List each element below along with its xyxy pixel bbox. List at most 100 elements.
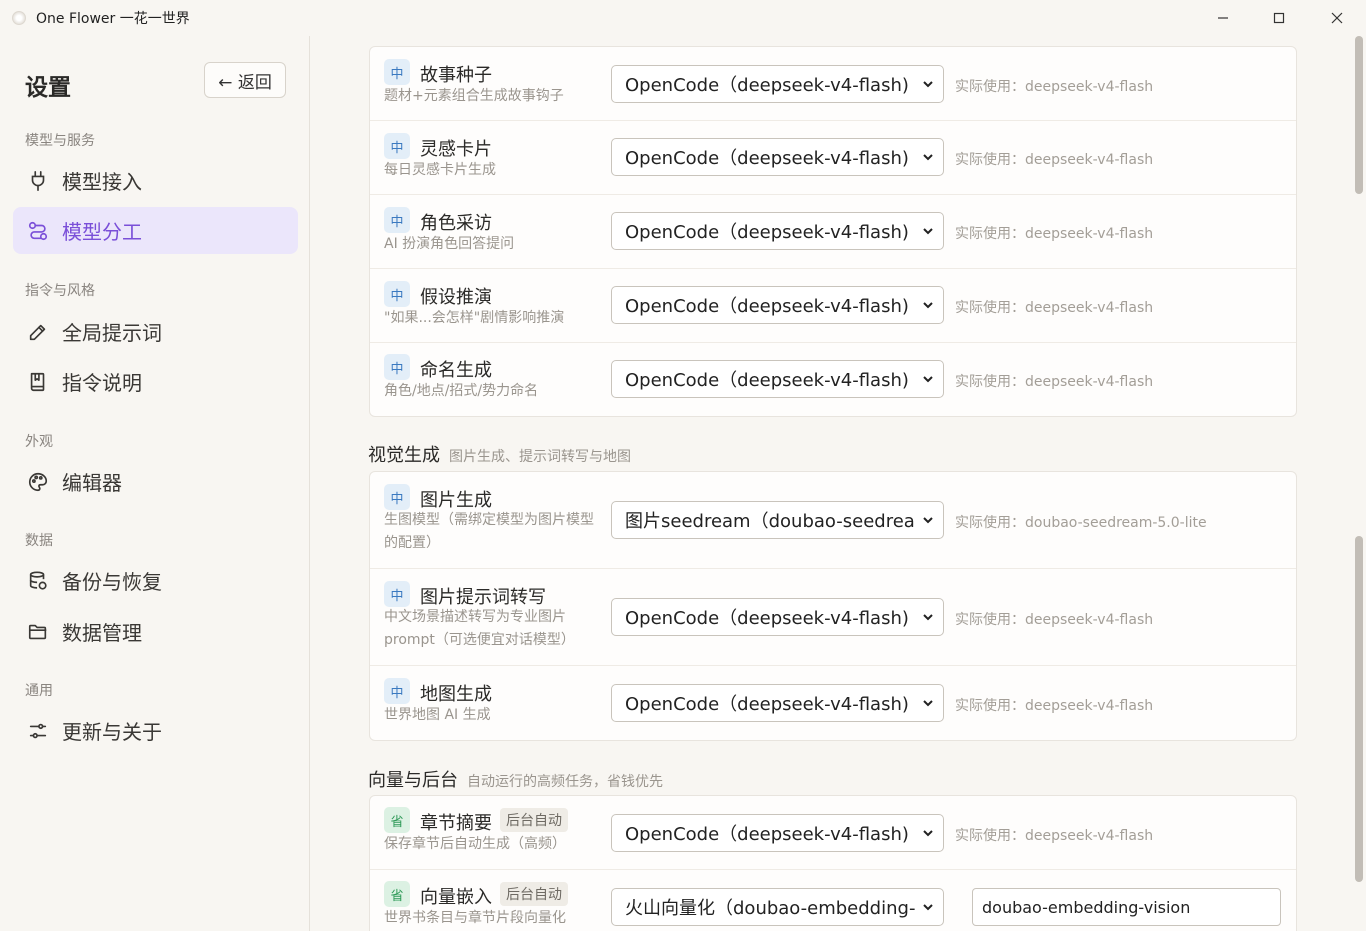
auto-tag: 后台自动 xyxy=(500,882,568,906)
section-label-prompts: 指令与风格 xyxy=(25,283,95,299)
folder-icon xyxy=(27,621,49,643)
sidebar-item-model-access[interactable]: 模型接入 xyxy=(13,157,298,204)
task-desc: 世界地图 AI 生成 xyxy=(384,707,491,723)
task-row: 中 命名生成 角色/地点/招式/势力命名 OpenCode（deepseek-v… xyxy=(370,343,1296,417)
section-label-models: 模型与服务 xyxy=(25,133,95,149)
task-row: 省 章节摘要 后台自动 保存章节后自动生成（高频） OpenCode（deeps… xyxy=(370,796,1296,870)
book-icon xyxy=(27,371,49,393)
embedding-model-input[interactable]: doubao-embedding-vision xyxy=(972,888,1281,926)
sliders-icon xyxy=(27,720,49,742)
visual-tasks-card: 中 图片生成 生图模型（需绑定模型为图片模型的配置） 图片seedream（do… xyxy=(369,471,1297,741)
chevron-down-icon xyxy=(923,302,933,309)
maximize-icon xyxy=(1273,12,1285,24)
cost-badge: 省 xyxy=(384,881,410,907)
model-select[interactable]: OpenCode（deepseek-v4-flash) xyxy=(611,286,944,324)
select-value: OpenCode（deepseek-v4-flash) xyxy=(625,296,909,317)
group-title-text: 向量与后台 xyxy=(368,770,458,791)
sidebar-item-instructions[interactable]: 指令说明 xyxy=(13,358,298,405)
close-button[interactable] xyxy=(1308,0,1366,36)
model-select[interactable]: OpenCode（deepseek-v4-flash) xyxy=(611,814,944,852)
task-desc: 每日灵感卡片生成 xyxy=(384,162,496,178)
app-logo-icon xyxy=(12,11,26,25)
actual-model-text: 实际使用：deepseek-v4-flash xyxy=(955,828,1154,844)
model-select[interactable]: OpenCode（deepseek-v4-flash) xyxy=(611,360,944,398)
select-value: OpenCode（deepseek-v4-flash) xyxy=(625,608,909,629)
task-title: 故事种子 xyxy=(420,65,492,86)
sidebar-item-label: 编辑器 xyxy=(62,471,122,495)
scrollbar-thumb-top[interactable] xyxy=(1355,36,1363,194)
select-value: OpenCode（deepseek-v4-flash) xyxy=(625,222,909,243)
model-select[interactable]: OpenCode（deepseek-v4-flash) xyxy=(611,138,944,176)
task-desc: 生图模型（需绑定模型为图片模型的配置） xyxy=(384,512,594,551)
main-content: 中 故事种子 题材+元素组合生成故事钩子 OpenCode（deepseek-v… xyxy=(311,36,1354,931)
palette-icon xyxy=(27,471,49,493)
section-label-general: 通用 xyxy=(25,683,53,699)
group-title-visual: 视觉生成 图片生成、提示词转写与地图 xyxy=(368,441,631,467)
actual-model-text: 实际使用：doubao-seedream-5.0-lite xyxy=(955,515,1207,531)
actual-model-text: 实际使用：deepseek-v4-flash xyxy=(955,698,1154,714)
actual-model-text: 实际使用：deepseek-v4-flash xyxy=(955,300,1154,316)
task-row: 中 故事种子 题材+元素组合生成故事钩子 OpenCode（deepseek-v… xyxy=(370,47,1296,121)
select-value: 图片seedream（doubao-seedream-5.0-lite) xyxy=(625,511,915,532)
sidebar-item-global-prompts[interactable]: 全局提示词 xyxy=(13,308,298,355)
sidebar: 设置 ← 返回 模型与服务 模型接入 模型分工 指令与风格 全局提示词 指令说明… xyxy=(0,36,310,931)
model-select[interactable]: 火山向量化（doubao-embedding-vision) xyxy=(611,888,944,926)
sidebar-item-data-management[interactable]: 数据管理 xyxy=(13,608,298,655)
task-title: 地图生成 xyxy=(420,684,492,705)
route-icon xyxy=(27,220,49,242)
model-select[interactable]: 图片seedream（doubao-seedream-5.0-lite) xyxy=(611,501,944,539)
sidebar-item-editor[interactable]: 编辑器 xyxy=(13,458,298,505)
minimize-icon xyxy=(1218,17,1228,19)
select-value: OpenCode（deepseek-v4-flash) xyxy=(625,148,909,169)
auto-tag: 后台自动 xyxy=(500,808,568,832)
task-desc: 中文场景描述转写为专业图片 prompt（可选便宜对话模型） xyxy=(384,609,575,648)
model-select[interactable]: OpenCode（deepseek-v4-flash) xyxy=(611,65,944,103)
sidebar-item-label: 模型接入 xyxy=(62,170,142,194)
task-title: 命名生成 xyxy=(420,360,492,381)
cost-badge: 省 xyxy=(384,807,410,833)
chevron-down-icon xyxy=(923,376,933,383)
model-select[interactable]: OpenCode（deepseek-v4-flash) xyxy=(611,212,944,250)
title-bar: One Flower 一花一世界 xyxy=(0,0,1366,36)
sidebar-item-label: 数据管理 xyxy=(62,621,142,645)
task-title: 角色采访 xyxy=(420,213,492,234)
chevron-down-icon xyxy=(923,830,933,837)
task-row: 中 图片提示词转写 中文场景描述转写为专业图片 prompt（可选便宜对话模型）… xyxy=(370,569,1296,666)
back-button[interactable]: ← 返回 xyxy=(204,62,286,98)
sidebar-item-model-division[interactable]: 模型分工 xyxy=(13,207,298,254)
select-value: OpenCode（deepseek-v4-flash) xyxy=(625,370,909,391)
scrollbar-thumb[interactable] xyxy=(1355,536,1363,882)
close-icon xyxy=(1331,12,1343,24)
task-desc: AI 扮演角色回答提问 xyxy=(384,236,515,252)
section-label-appearance: 外观 xyxy=(25,434,53,450)
actual-model-text: 实际使用：deepseek-v4-flash xyxy=(955,79,1154,95)
chevron-down-icon xyxy=(923,700,933,707)
group-subtitle: 图片生成、提示词转写与地图 xyxy=(449,449,631,465)
model-select[interactable]: OpenCode（deepseek-v4-flash) xyxy=(611,598,944,636)
sidebar-item-backup[interactable]: 备份与恢复 xyxy=(13,557,298,604)
main-scrollbar[interactable] xyxy=(1354,36,1366,931)
model-select[interactable]: OpenCode（deepseek-v4-flash) xyxy=(611,684,944,722)
sidebar-item-label: 全局提示词 xyxy=(62,321,162,345)
task-row: 中 灵感卡片 每日灵感卡片生成 OpenCode（deepseek-v4-fla… xyxy=(370,121,1296,195)
select-value: OpenCode（deepseek-v4-flash) xyxy=(625,824,909,845)
task-desc: "如果...会怎样"剧情影响推演 xyxy=(384,310,565,326)
task-title: 灵感卡片 xyxy=(420,139,492,160)
actual-model-text: 实际使用：deepseek-v4-flash xyxy=(955,152,1154,168)
text-tasks-card: 中 故事种子 题材+元素组合生成故事钩子 OpenCode（deepseek-v… xyxy=(369,46,1297,417)
task-row: 省 向量嵌入 后台自动 世界书条目与章节片段向量化 火山向量化（doubao-e… xyxy=(370,870,1296,931)
cost-badge: 中 xyxy=(384,678,410,704)
task-desc: 角色/地点/招式/势力命名 xyxy=(384,383,539,399)
sidebar-item-update-about[interactable]: 更新与关于 xyxy=(13,707,298,754)
select-value: 火山向量化（doubao-embedding-vision) xyxy=(625,898,915,919)
chevron-down-icon xyxy=(923,154,933,161)
task-row: 中 图片生成 生图模型（需绑定模型为图片模型的配置） 图片seedream（do… xyxy=(370,472,1296,569)
maximize-button[interactable] xyxy=(1250,0,1308,36)
section-label-data: 数据 xyxy=(25,533,53,549)
chevron-down-icon xyxy=(923,904,933,911)
group-subtitle: 自动运行的高频任务，省钱优先 xyxy=(467,774,663,790)
minimize-button[interactable] xyxy=(1194,0,1252,36)
task-desc: 题材+元素组合生成故事钩子 xyxy=(384,88,564,104)
task-desc: 保存章节后自动生成（高频） xyxy=(384,836,566,852)
group-title-text: 视觉生成 xyxy=(368,445,440,466)
